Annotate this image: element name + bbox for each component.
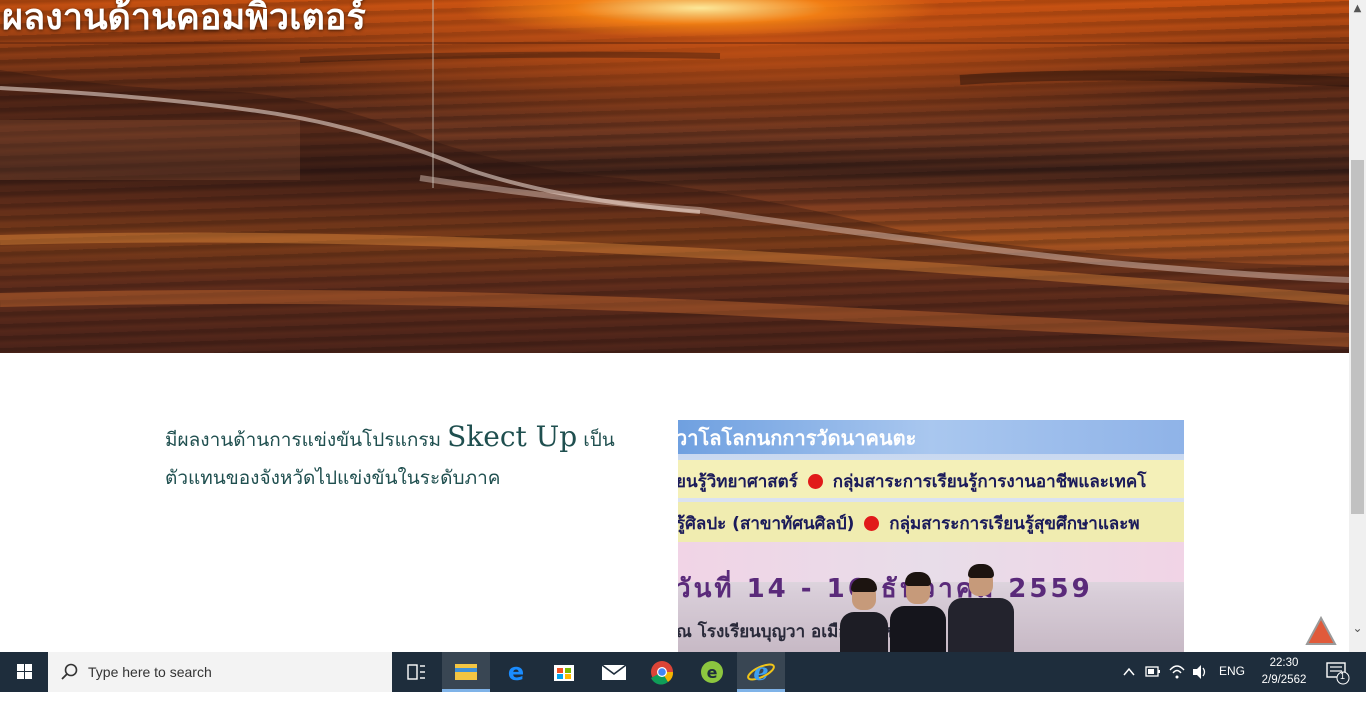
task-view-icon	[407, 664, 425, 680]
taskbar-clock[interactable]: 22:30 2/9/2562	[1254, 655, 1314, 689]
green-e-icon: e	[701, 661, 723, 683]
hero-banner: ผลงานด้านคอมพิวเตอร์	[0, 0, 1349, 353]
svg-text:e: e	[707, 663, 718, 682]
internet-explorer-icon: e	[747, 657, 775, 686]
search-placeholder: Type here to search	[88, 664, 212, 680]
battery-icon[interactable]	[1144, 652, 1162, 692]
hero-title-underline	[0, 42, 1349, 44]
banner-line-1: วาโลโลกนกการวัดนาคนตะ	[678, 426, 917, 450]
triangle-up-icon	[1305, 615, 1337, 645]
sunset-sea-image	[0, 51, 1349, 353]
scroll-down-icon[interactable]: ⌄	[1349, 620, 1366, 637]
taskbar-search-box[interactable]: Type here to search	[48, 652, 392, 692]
student-figure	[948, 564, 1014, 652]
windows-logo-icon	[17, 664, 32, 679]
scroll-thumb[interactable]	[1351, 160, 1364, 514]
achievement-description: มีผลงานด้านการแข่งขันโปรแกรม Skect Up เป…	[165, 418, 670, 497]
scroll-up-icon[interactable]: ▲	[1349, 0, 1366, 17]
banner-line-3: รู้ศิลปะ (สาขาทัศนศิลป์) กลุ่มสาระการเรี…	[678, 514, 1140, 534]
wifi-icon[interactable]	[1168, 652, 1186, 692]
notification-icon	[1326, 662, 1350, 685]
folder-icon	[455, 664, 477, 680]
browser-viewport: ผลงานด้านคอมพิวเตอร์ มีผลงานด้านการแข่งข…	[0, 0, 1366, 652]
action-center-button[interactable]: 1	[1318, 652, 1358, 692]
red-dot-icon	[864, 516, 880, 531]
search-icon	[61, 663, 78, 680]
store-bag-icon	[554, 665, 574, 681]
clock-date: 2/9/2562	[1261, 674, 1307, 686]
internet-explorer-button[interactable]: e	[737, 652, 785, 692]
svg-text:e: e	[753, 657, 768, 686]
e-browser-button[interactable]: e	[688, 652, 736, 692]
mail-button[interactable]	[590, 652, 638, 692]
mail-envelope-icon	[601, 664, 627, 680]
windows-taskbar: Type here to search e e e ENG 22:30 2/9/…	[0, 652, 1366, 692]
svg-text:e: e	[508, 658, 524, 686]
chrome-button[interactable]	[638, 652, 686, 692]
task-view-button[interactable]	[392, 652, 440, 692]
banner-line-2: ยนรู้วิทยาศาสตร์ กลุ่มสาระการเรียนรู้การ…	[678, 472, 1147, 492]
hero-divider	[432, 0, 434, 188]
speaker-icon[interactable]	[1190, 652, 1210, 692]
file-explorer-button[interactable]	[442, 652, 490, 692]
competition-photo: วาโลโลกนกการวัดนาคนตะ ยนรู้วิทยาศาสตร์ ก…	[678, 420, 1184, 652]
description-text-1: มีผลงานด้านการแข่งขันโปรแกรม	[165, 429, 448, 451]
student-figure	[840, 578, 888, 652]
start-button[interactable]	[0, 652, 48, 692]
page-title: ผลงานด้านคอมพิวเตอร์	[2, 0, 366, 38]
description-program-name: Skect Up	[447, 420, 578, 453]
language-indicator[interactable]: ENG	[1219, 664, 1245, 704]
vertical-scrollbar[interactable]: ▲ ⌄	[1349, 0, 1366, 652]
edge-icon: e	[508, 658, 524, 686]
banner-date-line: วันที่ 14 - 16 ธันวาคม 2559	[678, 574, 1093, 604]
store-button[interactable]	[540, 652, 588, 692]
back-to-top-button[interactable]	[1305, 615, 1337, 646]
chevron-up-icon[interactable]	[1121, 652, 1137, 692]
red-dot-icon	[807, 474, 823, 489]
edge-button[interactable]: e	[492, 652, 540, 692]
chrome-icon	[651, 661, 674, 685]
clock-time: 22:30	[1269, 657, 1299, 669]
student-figure	[890, 572, 946, 652]
notification-count: 1	[1340, 671, 1346, 681]
